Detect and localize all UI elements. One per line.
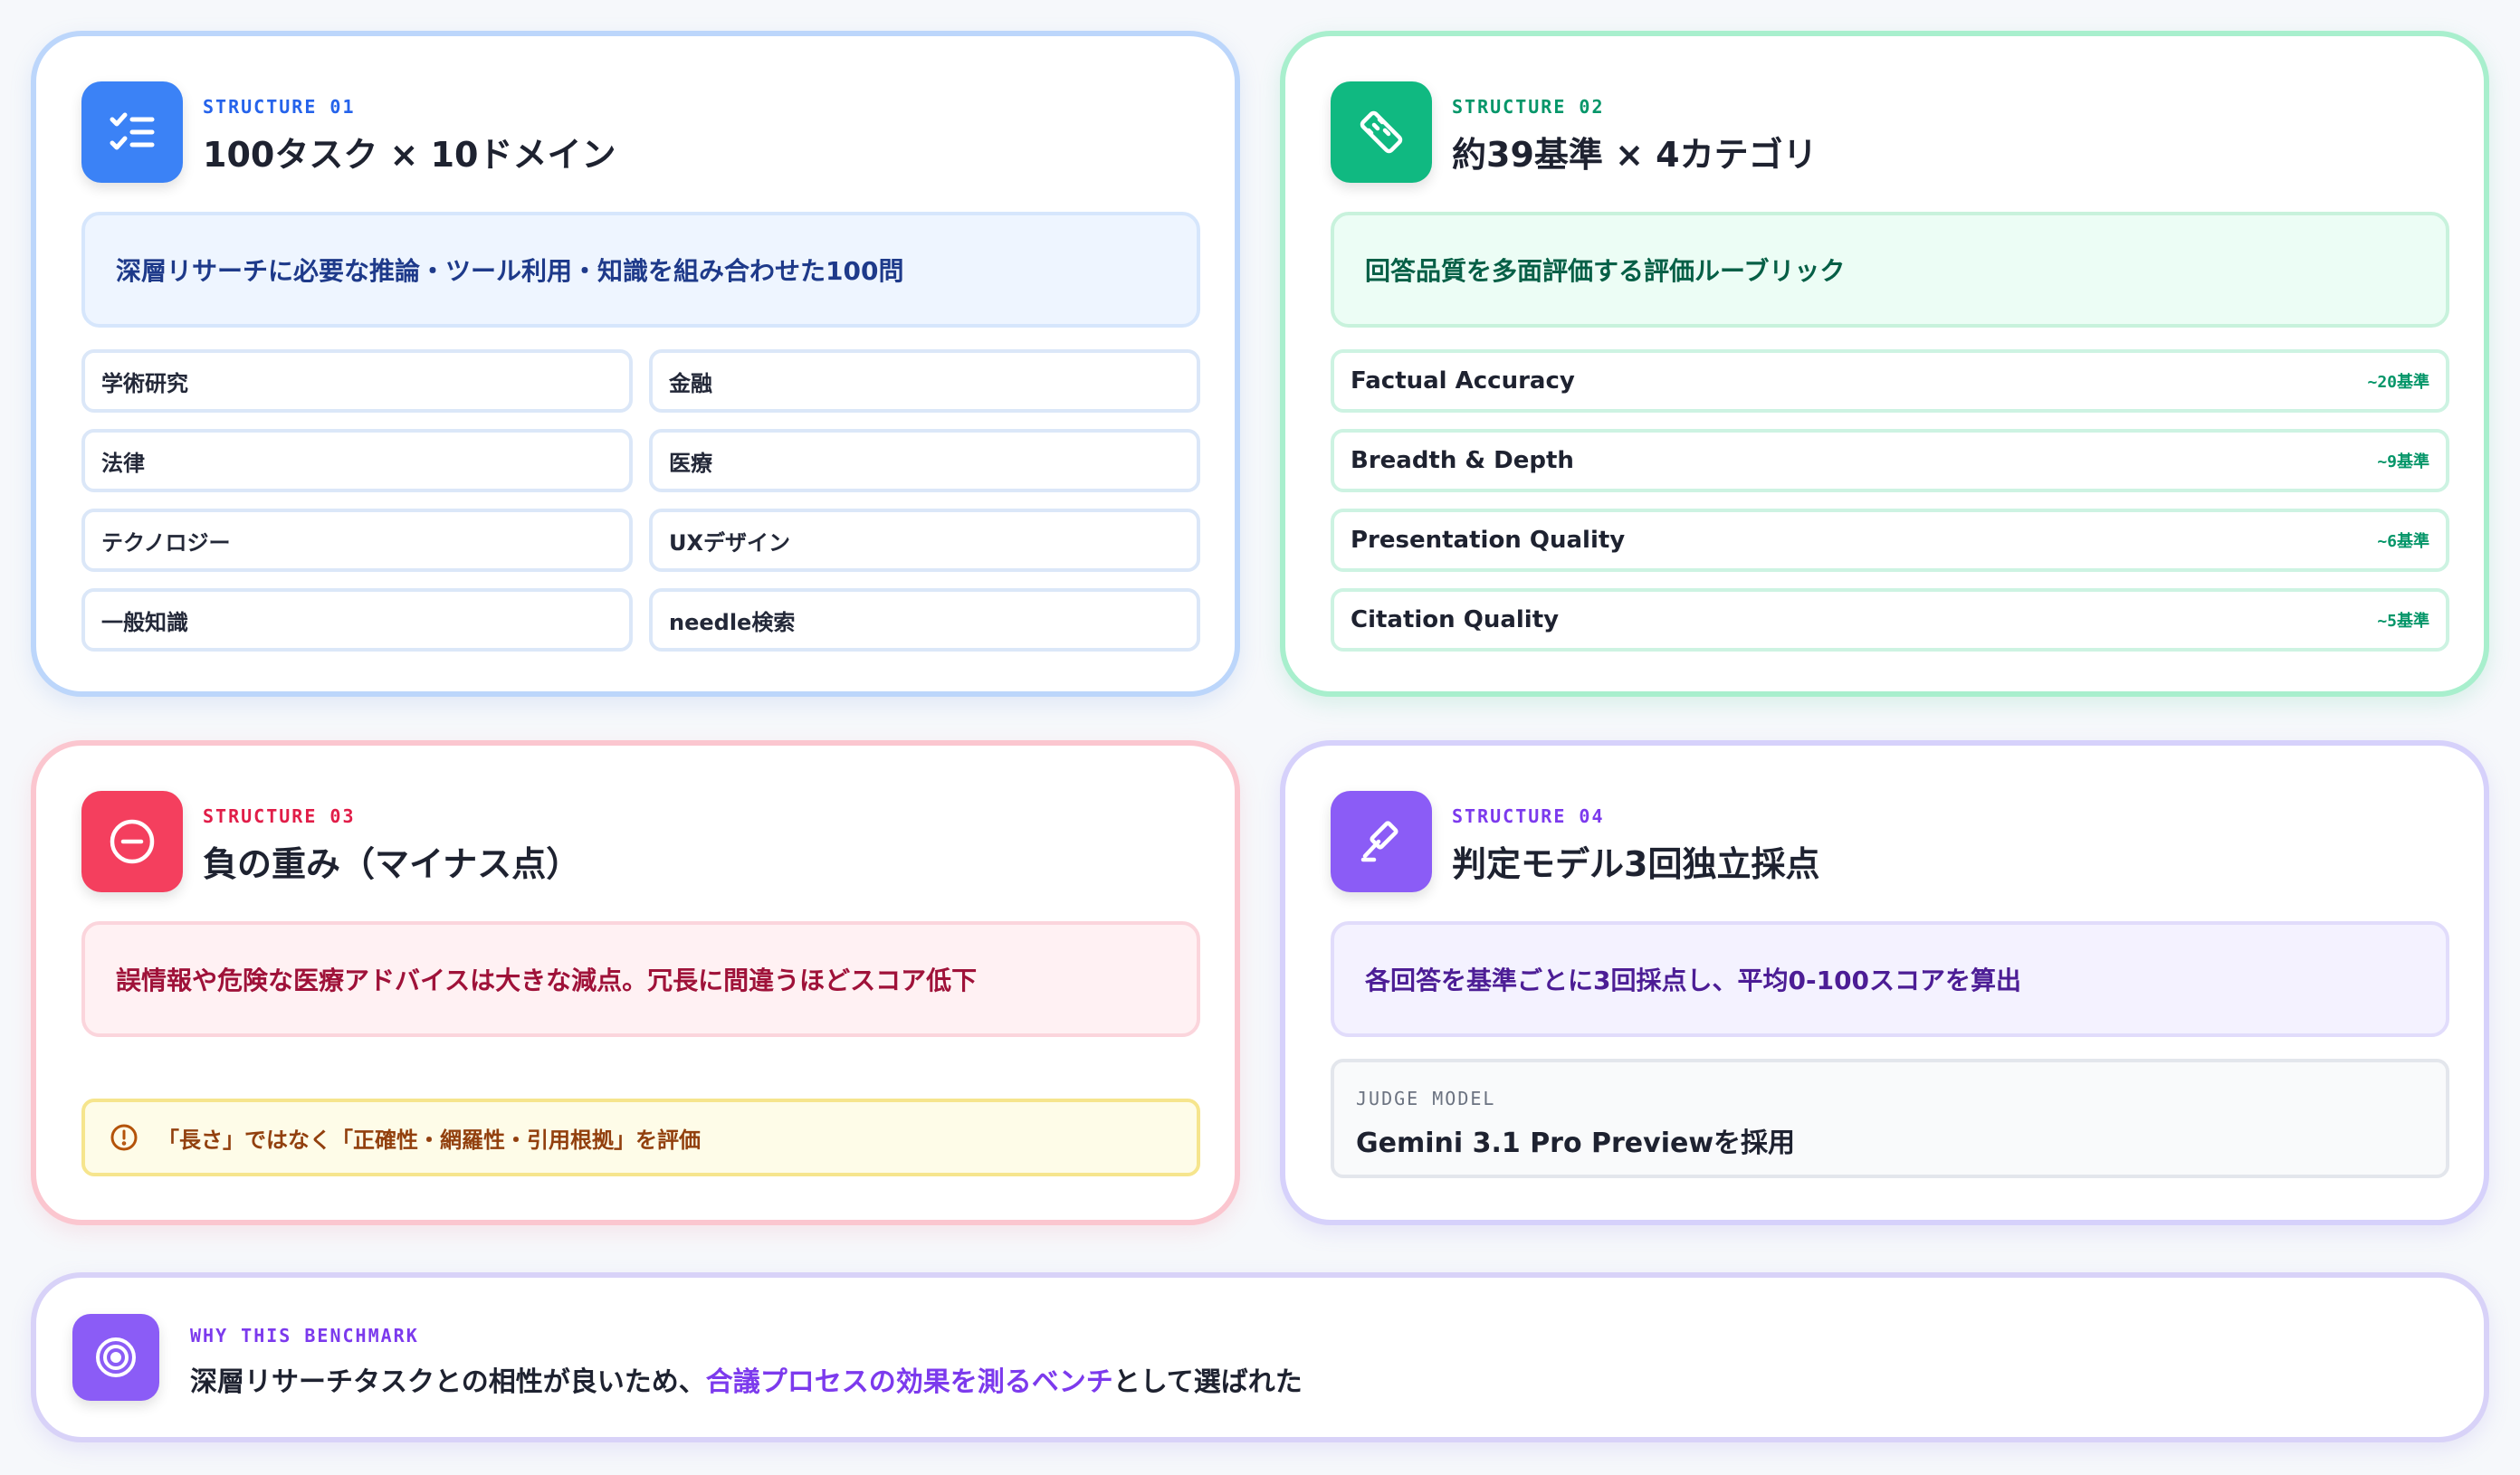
domain-chip: 医療 [649, 429, 1200, 492]
warning-text: 「長さ」ではなく「正確性・網羅性・引用根拠」を評価 [158, 1127, 701, 1153]
rubric-criteria-count: ~6基準 [2377, 532, 2429, 551]
domain-chip: 一般知識 [81, 588, 633, 652]
warning-callout: 「長さ」ではなく「正確性・網羅性・引用根拠」を評価 [81, 1099, 1200, 1176]
domain-chip: needle検索 [649, 588, 1200, 652]
card-penalty: STRUCTURE 03 負の重み（マイナス点） 誤情報や危険な医療アドバイスは… [31, 740, 1240, 1225]
rubric-category-name: Factual Accuracy [1351, 367, 1575, 395]
benchmark-overview: STRUCTURE 01 100タスク × 10ドメイン 深層リサーチに必要な推… [0, 0, 2520, 1475]
alert-circle-icon [110, 1124, 138, 1151]
rubric-category-name: Citation Quality [1351, 606, 1560, 633]
judge-model-value: Gemini 3.1 Pro Previewを採用 [1356, 1128, 1796, 1159]
rubric-row: Breadth & Depth ~9基準 [1331, 429, 2449, 492]
gavel-icon [1331, 791, 1432, 892]
card-judge: STRUCTURE 04 判定モデル3回独立採点 各回答を基準ごとに3回採点し、… [1280, 740, 2489, 1225]
card-description: 深層リサーチに必要な推論・ツール利用・知識を組み合わせた100問 [81, 212, 1200, 328]
domain-chip: 学術研究 [81, 349, 633, 413]
minus-circle-icon [81, 791, 183, 892]
rubric-list: Factual Accuracy ~20基準 Breadth & Depth ~… [1331, 349, 2449, 652]
rubric-category-name: Presentation Quality [1351, 527, 1626, 554]
ruler-icon [1331, 81, 1432, 183]
judge-model-label: JUDGE MODEL [1356, 1088, 1496, 1109]
judge-model-box: JUDGE MODEL Gemini 3.1 Pro Previewを採用 [1331, 1059, 2449, 1178]
rubric-category-name: Breadth & Depth [1351, 447, 1574, 474]
card-tasks: STRUCTURE 01 100タスク × 10ドメイン 深層リサーチに必要な推… [31, 31, 1240, 697]
rubric-row: Factual Accuracy ~20基準 [1331, 349, 2449, 413]
domain-chip: 金融 [649, 349, 1200, 413]
card-eyebrow: STRUCTURE 04 [1452, 805, 1605, 827]
target-icon [72, 1314, 159, 1401]
domain-chip: テクノロジー [81, 509, 633, 572]
domain-grid: 学術研究 金融 法律 医療 テクノロジー UXデザイン 一般知識 needle検… [81, 349, 1200, 652]
why-sentence-highlight: 合議プロセスの効果を測るベンチ [705, 1366, 1113, 1398]
card-title: 約39基準 × 4カテゴリ [1452, 135, 1818, 175]
why-sentence: 深層リサーチタスクとの相性が良いため、合議プロセスの効果を測るベンチとして選ばれ… [190, 1359, 1303, 1399]
card-description: 回答品質を多面評価する評価ルーブリック [1331, 212, 2449, 328]
why-sentence-pre: 深層リサーチタスクとの相性が良いため、 [190, 1366, 706, 1398]
card-title: 負の重み（マイナス点） [203, 844, 581, 884]
card-description: 各回答を基準ごとに3回採点し、平均0-100スコアを算出 [1331, 921, 2449, 1037]
rubric-criteria-count: ~9基準 [2377, 452, 2429, 471]
rubric-row: Presentation Quality ~6基準 [1331, 509, 2449, 572]
rubric-criteria-count: ~20基準 [2367, 373, 2429, 392]
domain-chip: 法律 [81, 429, 633, 492]
card-title: 100タスク × 10ドメイン [203, 135, 616, 175]
domain-chip: UXデザイン [649, 509, 1200, 572]
rubric-criteria-count: ~5基準 [2377, 612, 2429, 631]
rubric-row: Citation Quality ~5基準 [1331, 588, 2449, 652]
card-rubric: STRUCTURE 02 約39基準 × 4カテゴリ 回答品質を多面評価する評価… [1280, 31, 2489, 697]
why-banner: WHY THIS BENCHMARK 深層リサーチタスクとの相性が良いため、合議… [31, 1272, 2489, 1442]
why-eyebrow: WHY THIS BENCHMARK [190, 1325, 419, 1347]
why-sentence-post: として選ばれた [1112, 1366, 1303, 1398]
card-description: 誤情報や危険な医療アドバイスは大きな減点。冗長に間違うほどスコア低下 [81, 921, 1200, 1037]
card-eyebrow: STRUCTURE 02 [1452, 96, 1605, 118]
card-title: 判定モデル3回独立採点 [1452, 844, 1820, 884]
checklist-icon [81, 81, 183, 183]
card-eyebrow: STRUCTURE 01 [203, 96, 356, 118]
card-eyebrow: STRUCTURE 03 [203, 805, 356, 827]
